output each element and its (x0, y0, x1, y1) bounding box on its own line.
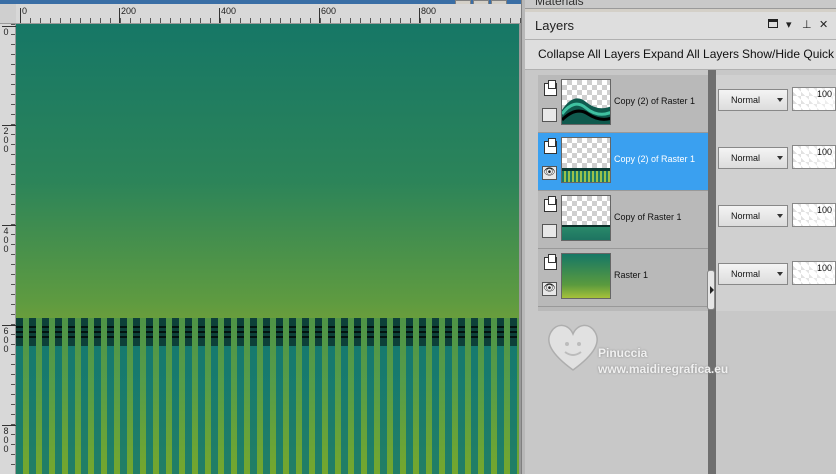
ruler-label-400: 400 (221, 6, 237, 16)
green-wave-icon (561, 79, 611, 125)
stripe-band-lines (16, 326, 519, 338)
eye-icon[interactable]: 👁 (542, 282, 557, 296)
blend-mode-select[interactable]: Normal (718, 263, 788, 285)
collapse-all-layers-button[interactable]: Collapse All Layers (538, 47, 640, 61)
visibility-toggle[interactable] (542, 108, 557, 122)
layer-properties: Normal 100 (716, 75, 836, 133)
horizontal-ruler: 0 200 400 600 800 (0, 4, 521, 24)
heart-logo-icon (548, 324, 598, 371)
ruler-label-v400: 400 (3, 226, 9, 254)
gradient-icon (561, 253, 611, 299)
layer-properties: Normal 100 (716, 249, 836, 307)
opacity-slider[interactable]: 100 (792, 145, 836, 169)
chevron-down-icon (777, 272, 783, 276)
visibility-toggle[interactable] (542, 224, 557, 238)
layer-row-selected[interactable]: 👁 Copy (2) of Raster 1 (538, 133, 708, 191)
pin-icon[interactable]: ⊥ (802, 19, 812, 31)
layer-type-icon (544, 196, 557, 212)
image-canvas[interactable] (16, 24, 519, 474)
opacity-slider[interactable]: 100 (792, 203, 836, 227)
layer-row[interactable]: Copy (2) of Raster 1 (538, 75, 708, 133)
blend-mode-select[interactable]: Normal (718, 205, 788, 227)
ruler-label-v800: 800 (3, 426, 9, 454)
layers-panel-header: Layers ▾ ⊥ ✕ (525, 12, 836, 40)
opacity-slider[interactable]: 100 (792, 261, 836, 285)
watermark-url: www.maidiregrafica.eu (598, 362, 729, 376)
restore-icon[interactable] (768, 19, 778, 28)
green-band-icon (561, 195, 611, 241)
layer-row[interactable]: Copy of Raster 1 (538, 191, 708, 249)
show-hide-quick-button[interactable]: Show/Hide Quick (742, 47, 834, 61)
layer-properties: Normal 100 (716, 191, 836, 249)
ruler-label-0: 0 (22, 6, 28, 16)
stripes-icon (561, 137, 611, 183)
layer-type-icon (544, 254, 557, 270)
ruler-label-v200: 200 (3, 126, 9, 154)
layer-name: Copy (2) of Raster 1 (614, 154, 696, 164)
materials-title: Materials (535, 0, 584, 8)
chevron-down-icon (777, 156, 783, 160)
expand-all-layers-button[interactable]: Expand All Layers (643, 47, 739, 61)
layers-list-area: Copy (2) of Raster 1 👁 Copy (2) of Raste… (525, 70, 836, 474)
layer-name: Copy (2) of Raster 1 (614, 96, 696, 106)
watermark-name: Pinuccia (598, 346, 648, 360)
blend-mode-select[interactable]: Normal (718, 147, 788, 169)
ruler-corner (0, 4, 16, 23)
ruler-label-800: 800 (421, 6, 437, 16)
expand-arrow-icon[interactable] (707, 270, 715, 310)
ruler-label-200: 200 (121, 6, 137, 16)
ruler-label-v600: 600 (3, 326, 9, 354)
ruler-label-v0: 0 (3, 27, 9, 37)
watermark: Pinuccia www.maidiregrafica.eu (543, 316, 763, 386)
layer-type-icon (544, 138, 557, 154)
chevron-down-icon (777, 214, 783, 218)
blend-mode-select[interactable]: Normal (718, 89, 788, 111)
ruler-label-600: 600 (321, 6, 337, 16)
menu-arrow-icon[interactable]: ▾ (786, 19, 792, 31)
opacity-slider[interactable]: 100 (792, 87, 836, 111)
layer-row[interactable]: 👁 Raster 1 (538, 249, 708, 307)
layer-name: Copy of Raster 1 (614, 212, 682, 222)
chevron-down-icon (777, 98, 783, 102)
materials-panel-header[interactable]: Materials (525, 0, 836, 9)
layer-properties: Normal 100 (716, 133, 836, 191)
eye-icon[interactable]: 👁 (542, 166, 557, 180)
layer-type-icon (544, 80, 557, 96)
vertical-ruler: 0 200 400 600 800 (0, 24, 16, 474)
layers-toolbar: Collapse All Layers Expand All Layers Sh… (525, 40, 836, 70)
layers-title: Layers (535, 18, 575, 33)
close-icon[interactable]: ✕ (819, 19, 828, 31)
layer-name: Raster 1 (614, 270, 649, 280)
